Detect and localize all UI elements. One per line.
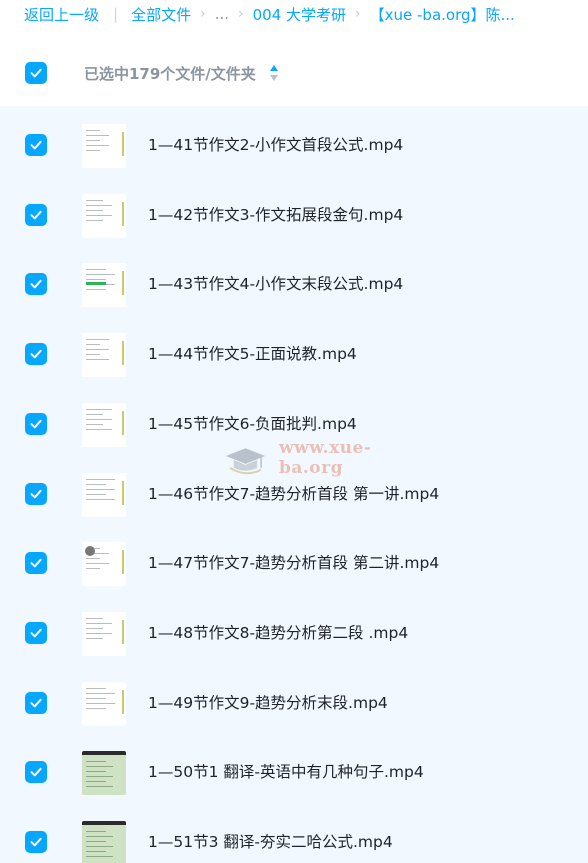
- selection-bar: 已选中179个文件/文件夹: [0, 42, 588, 104]
- file-checkbox[interactable]: [25, 343, 47, 366]
- video-thumbnail: [82, 333, 126, 378]
- file-row[interactable]: 1—44节作文5-正面说教.mp4: [0, 315, 588, 385]
- file-row[interactable]: 1—48节作文8-趋势分析第二段 .mp4: [0, 594, 588, 664]
- file-checkbox[interactable]: [25, 203, 47, 226]
- video-thumbnail: [82, 611, 126, 656]
- check-icon: [30, 628, 42, 638]
- video-thumbnail: [82, 263, 126, 308]
- file-checkbox[interactable]: [25, 621, 47, 644]
- file-name[interactable]: 1—51节3 翻译-夯实二哈公式.mp4: [148, 830, 393, 852]
- file-name[interactable]: 1—42节作文3-作文拓展段金句.mp4: [148, 203, 403, 225]
- video-thumbnail: [82, 124, 126, 168]
- file-row[interactable]: 1—51节3 翻译-夯实二哈公式.mp4: [0, 803, 588, 863]
- chevron-right-icon: ›: [200, 6, 206, 22]
- check-icon: [30, 698, 42, 707]
- breadcrumb-all-files[interactable]: 全部文件: [131, 4, 191, 25]
- file-checkbox[interactable]: [25, 412, 47, 435]
- file-checkbox[interactable]: [25, 831, 47, 853]
- file-list: 1—41节作文2-小作文首段公式.mp4 1—42节作文3-作文拓展段金句.mp4…: [0, 106, 588, 863]
- file-row[interactable]: 1—45节作文6-负面批判.mp4: [0, 385, 588, 455]
- chevron-right-icon: ›: [355, 6, 361, 22]
- file-name[interactable]: 1—48节作文8-趋势分析第二段 .mp4: [148, 621, 408, 643]
- file-row[interactable]: 1—42节作文3-作文拓展段金句.mp4: [0, 176, 588, 246]
- video-thumbnail: [82, 542, 126, 587]
- file-row[interactable]: 1—41节作文2-小作文首段公式.mp4: [0, 106, 588, 176]
- file-name[interactable]: 1—41节作文2-小作文首段公式.mp4: [148, 133, 403, 155]
- sort-icon[interactable]: [268, 63, 280, 83]
- check-icon: [30, 558, 42, 568]
- file-row[interactable]: 1—47节作文7-趋势分析首段 第二讲.mp4: [0, 524, 588, 594]
- check-icon: [30, 489, 42, 498]
- check-icon: [30, 280, 42, 289]
- file-name[interactable]: 1—49节作文9-趋势分析末段.mp4: [148, 691, 388, 713]
- breadcrumb: 返回上一级 | 全部文件 › ... › 004 大学考研 › 【xue -ba…: [0, 0, 588, 28]
- breadcrumb-ellipsis[interactable]: ...: [215, 5, 229, 23]
- file-name[interactable]: 1—46节作文7-趋势分析首段 第一讲.mp4: [148, 482, 439, 504]
- file-name[interactable]: 1—45节作文6-负面批判.mp4: [148, 412, 357, 434]
- check-icon: [30, 210, 42, 219]
- chevron-right-icon: ›: [238, 6, 244, 22]
- file-row[interactable]: 1—43节作文4-小作文末段公式.mp4: [0, 245, 588, 315]
- select-all-checkbox[interactable]: [25, 62, 47, 84]
- check-icon: [30, 837, 42, 847]
- back-link[interactable]: 返回上一级: [24, 4, 99, 25]
- file-checkbox[interactable]: [25, 482, 47, 505]
- check-icon: [30, 419, 42, 429]
- check-icon: [30, 68, 42, 78]
- file-checkbox[interactable]: [25, 273, 47, 296]
- video-thumbnail: [82, 751, 126, 796]
- video-thumbnail: [82, 472, 126, 517]
- selection-count-label: 已选中179个文件/文件夹: [84, 64, 256, 83]
- video-thumbnail: [82, 193, 126, 238]
- check-icon: [30, 349, 42, 359]
- video-thumbnail: [82, 681, 126, 726]
- file-name[interactable]: 1—50节1 翻译-英语中有几种句子.mp4: [148, 760, 424, 782]
- check-icon: [30, 768, 42, 777]
- breadcrumb-folder[interactable]: 004 大学考研: [253, 4, 346, 25]
- video-thumbnail: [82, 821, 126, 863]
- breadcrumb-current[interactable]: 【xue -ba.org】陈...: [370, 4, 515, 25]
- file-row[interactable]: 1—49节作文9-趋势分析末段.mp4: [0, 664, 588, 734]
- file-checkbox[interactable]: [25, 134, 47, 156]
- file-checkbox[interactable]: [25, 761, 47, 784]
- file-checkbox[interactable]: [25, 691, 47, 714]
- breadcrumb-divider: |: [113, 5, 119, 23]
- file-row[interactable]: 1—46节作文7-趋势分析首段 第一讲.mp4: [0, 455, 588, 525]
- file-name[interactable]: 1—47节作文7-趋势分析首段 第二讲.mp4: [148, 551, 439, 573]
- file-name[interactable]: 1—43节作文4-小作文末段公式.mp4: [148, 272, 403, 294]
- video-thumbnail: [82, 402, 126, 447]
- file-row[interactable]: 1—50节1 翻译-英语中有几种句子.mp4: [0, 733, 588, 803]
- check-icon: [30, 140, 42, 150]
- file-checkbox[interactable]: [25, 552, 47, 575]
- file-name[interactable]: 1—44节作文5-正面说教.mp4: [148, 342, 357, 364]
